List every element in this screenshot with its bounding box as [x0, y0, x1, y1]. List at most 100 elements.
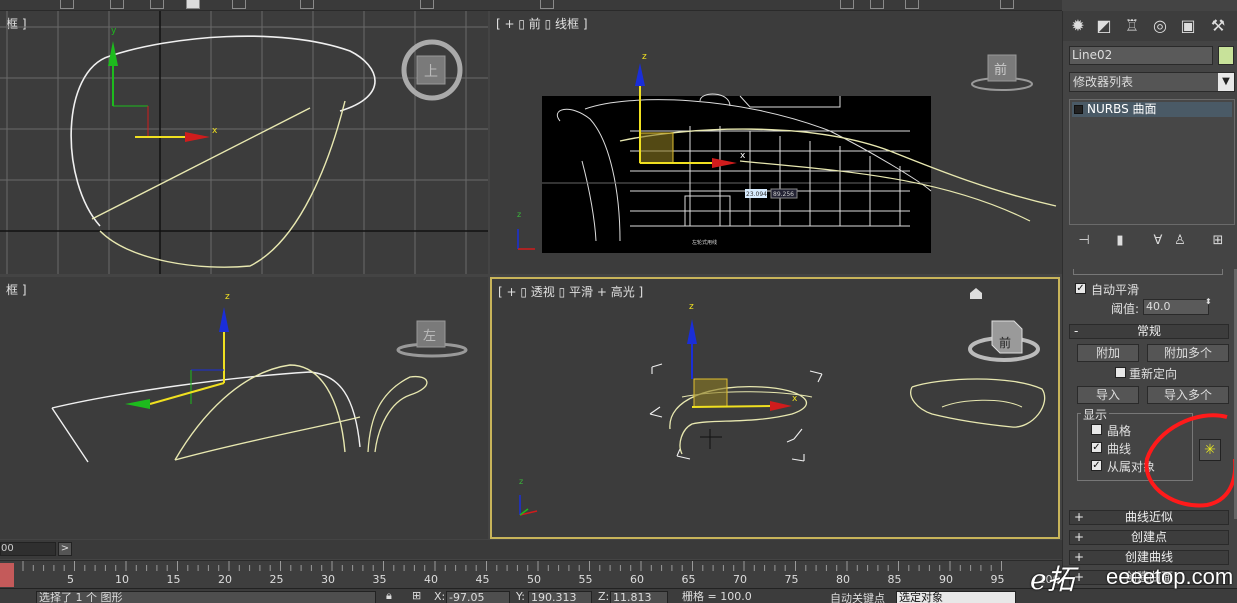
reorient-checkbox[interactable] [1115, 367, 1126, 378]
viewcube-label: 前 [999, 335, 1011, 350]
modifier-stack[interactable]: NURBS 曲面 [1069, 99, 1235, 225]
reference-caption: 左轮式用线 [692, 239, 717, 246]
rollout-title: 创建点 [1130, 530, 1167, 544]
toolbar-button[interactable] [300, 0, 314, 9]
gizmo-plane-xz [693, 378, 728, 408]
threshold-label: 阈值: [1111, 302, 1140, 316]
toolbar-button[interactable] [1000, 0, 1014, 9]
gizmo-z-arrow [219, 307, 229, 332]
curves-checkbox[interactable]: ✓ [1091, 442, 1102, 453]
object-name-field[interactable]: Line02 [1069, 46, 1213, 65]
lattice-checkbox[interactable] [1091, 424, 1102, 435]
display-tab-icon[interactable]: ▣ [1177, 15, 1199, 37]
axis-label-x: x [740, 151, 746, 161]
lattice-label: 晶格 [1107, 424, 1132, 438]
attach-button[interactable]: 附加 [1077, 344, 1139, 362]
modifier-list-dropdown[interactable]: 修改器列表 ▼ [1069, 72, 1235, 92]
spline-curve [941, 399, 1023, 408]
modifier-list-label: 修改器列表 [1073, 75, 1134, 89]
toolbar-button[interactable] [60, 0, 74, 9]
lock-icon[interactable]: 🔒︎ [386, 589, 392, 603]
threshold-spinner[interactable]: 40.0 [1143, 299, 1209, 315]
stack-item-label: NURBS 曲面 [1087, 102, 1157, 116]
auto-smooth-checkbox[interactable]: ✓ [1075, 283, 1086, 294]
transform-mode-icon[interactable]: ⊞ [412, 589, 421, 602]
timeline-tick-label: 80 [836, 573, 850, 586]
pin-stack-icon[interactable]: ⊣ [1075, 233, 1093, 249]
y-coord-field[interactable]: 190.313 [528, 591, 592, 603]
timeline-tick-label: 65 [681, 573, 696, 586]
remove-modifier-icon[interactable]: ♙ [1171, 233, 1189, 249]
select-tool-button[interactable] [186, 0, 200, 9]
timeline-tick-label: 5 [67, 573, 74, 586]
top-viewport[interactable]: 框 ] x y 上 [0, 11, 488, 274]
corner-axis-label: z [519, 477, 523, 486]
toolbar-button[interactable] [420, 0, 434, 9]
toolbar-button[interactable] [540, 0, 554, 9]
timeline-tick-label: 70 [733, 573, 747, 586]
stack-item-nurbs-surface[interactable]: NURBS 曲面 [1072, 102, 1232, 117]
expand-icon[interactable] [1074, 105, 1083, 114]
configure-modifier-sets-icon[interactable]: ⊞ [1209, 233, 1227, 249]
toolbar-button[interactable] [870, 0, 884, 9]
utilities-tab-icon[interactable]: ⚒ [1207, 15, 1229, 37]
general-rollout-title: 常规 [1136, 324, 1161, 338]
perspective-viewport[interactable]: [ + ▯ 透视 ▯ 平滑 + 高光 ] x z z 前 [490, 277, 1060, 539]
timeline-tick-label: 90 [939, 573, 953, 586]
frame-counter[interactable]: 00 [0, 542, 56, 556]
curves-label: 曲线 [1107, 442, 1132, 456]
gizmo-y-axis [149, 382, 225, 405]
spline-curve [174, 364, 346, 461]
gizmo-x-arrow [185, 132, 210, 142]
hierarchy-tab-icon[interactable]: ♖ [1121, 15, 1143, 37]
attach-multiple-button[interactable]: 附加多个 [1147, 344, 1229, 362]
timeline-tick-label: 60 [630, 573, 644, 586]
rollout-curve-approximation[interactable]: + 曲线近似 [1069, 510, 1229, 525]
timeline-tick-label: 45 [475, 573, 490, 586]
chevron-down-icon[interactable]: ▼ [1218, 73, 1234, 91]
toolbar-button[interactable] [905, 0, 919, 9]
transform-readout-text: 23.094 [746, 191, 767, 198]
object-color-swatch[interactable] [1218, 46, 1234, 65]
timeline[interactable]: 5 10 15 20 25 30 35 40 45 50 55 60 65 70 75 80 85 90 95 100 [0, 560, 1062, 588]
front-viewport[interactable]: [ + ▯ 前 ▯ 线框 ] x z 23.094 89.256 左轮式用线 z… [490, 11, 1062, 274]
toolbar-button[interactable] [110, 0, 124, 9]
spline-curve [669, 385, 807, 455]
main-toolbar [0, 0, 1062, 11]
time-slider-strip: 00 > [0, 540, 1062, 559]
import-multiple-button[interactable]: 导入多个 [1147, 386, 1229, 404]
create-tab-icon[interactable]: ✹ [1067, 15, 1089, 37]
import-button[interactable]: 导入 [1077, 386, 1139, 404]
x-coord-field[interactable]: -97.05 [446, 591, 510, 603]
toolbar-button[interactable] [150, 0, 164, 9]
gizmo-x-axis [691, 405, 773, 408]
show-end-result-icon[interactable]: ▮ [1111, 233, 1129, 249]
axis-label-z: z [225, 292, 230, 302]
motion-tab-icon[interactable]: ◎ [1149, 15, 1171, 37]
dependents-checkbox[interactable]: ✓ [1091, 460, 1102, 471]
transform-readout-text: 89.256 [773, 191, 794, 198]
rollout-create-points[interactable]: + 创建点 [1069, 530, 1229, 545]
top-viewport-canvas: x y 上 [0, 11, 488, 274]
viewcube-label: 上 [424, 64, 438, 80]
display-group-label: 显示 [1081, 406, 1110, 423]
make-unique-icon[interactable]: ∀ [1149, 233, 1167, 249]
toolbar-button[interactable] [840, 0, 854, 9]
timeline-tick-label: 35 [372, 573, 387, 586]
z-coord-label: Z: [598, 590, 610, 603]
timeline-tick-label: 95 [990, 573, 1005, 586]
watermark-logo: e拓 [1030, 563, 1075, 596]
selection-set-dropdown[interactable]: 选定对象 [896, 591, 1016, 603]
modify-tab-icon[interactable]: ◩ [1093, 15, 1115, 37]
watermark: e拓 eeeetop.com [1022, 560, 1237, 596]
z-coord-field[interactable]: 11.813 [610, 591, 668, 603]
auto-key-label[interactable]: 自动关键点 [830, 590, 885, 603]
time-slider-handle[interactable] [0, 563, 14, 587]
timeline-tick-label: 75 [784, 573, 799, 586]
spinner-arrows-icon[interactable]: ⬍ [1205, 297, 1212, 306]
left-viewport[interactable]: 框 ] z 左 [0, 277, 488, 539]
general-rollout-header[interactable]: - 常规 [1069, 324, 1229, 339]
toolbar-button[interactable] [232, 0, 246, 9]
next-frame-button[interactable]: > [58, 542, 72, 556]
gizmo-z-arrow [687, 319, 697, 344]
